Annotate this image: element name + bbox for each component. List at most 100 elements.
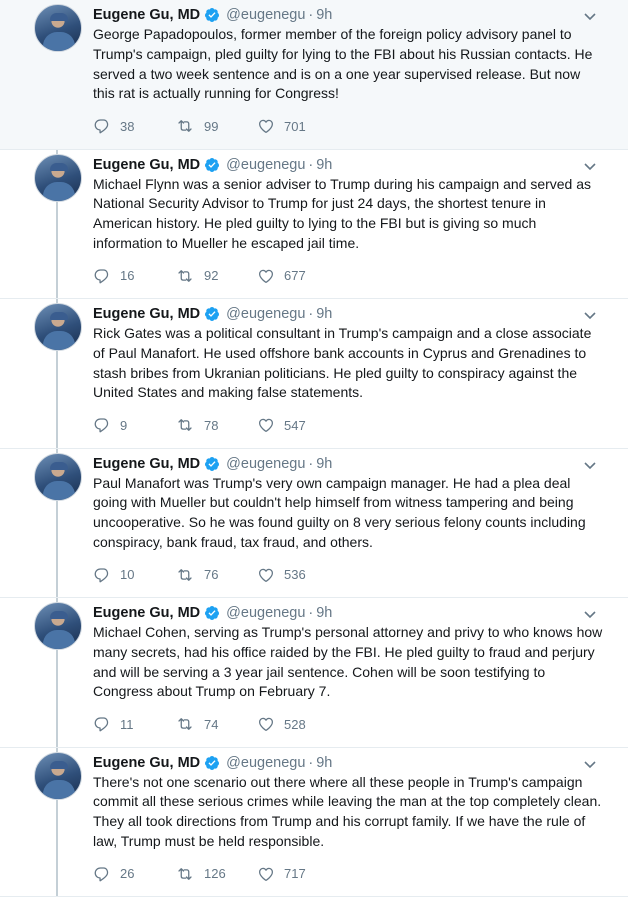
tweet[interactable]: Eugene Gu, MD @eugenegu · 9h Paul Manafo… bbox=[0, 449, 628, 598]
reply-button[interactable]: 9 bbox=[93, 416, 175, 434]
like-button[interactable]: 528 bbox=[257, 715, 339, 733]
reply-icon bbox=[94, 866, 109, 881]
like-count: 547 bbox=[284, 417, 306, 433]
tweet-actions: 9 78 547 bbox=[93, 415, 339, 435]
separator-dot: · bbox=[308, 605, 314, 621]
tweet-header: Eugene Gu, MD @eugenegu · 9h bbox=[93, 454, 603, 474]
chevron-down-icon[interactable] bbox=[582, 756, 598, 772]
separator-dot: · bbox=[308, 455, 314, 472]
like-count: 701 bbox=[284, 118, 306, 134]
retweet-button[interactable]: 74 bbox=[175, 715, 257, 733]
retweet-icon bbox=[178, 269, 192, 282]
tweet-text: There's not one scenario out there where… bbox=[93, 773, 602, 849]
tweet[interactable]: Eugene Gu, MD @eugenegu · 9h Rick Gates … bbox=[0, 299, 628, 449]
reply-icon bbox=[94, 567, 109, 582]
like-button[interactable]: 717 bbox=[257, 865, 339, 883]
chevron-down-icon[interactable] bbox=[582, 307, 598, 323]
tweet[interactable]: Eugene Gu, MD @eugenegu · 9h Michael Fly… bbox=[0, 150, 628, 299]
retweet-count: 99 bbox=[204, 118, 219, 134]
reply-count: 9 bbox=[120, 417, 128, 433]
chevron-down-icon[interactable] bbox=[582, 158, 598, 174]
author-name[interactable]: Eugene Gu, MD bbox=[93, 7, 200, 23]
chevron-down-icon[interactable] bbox=[582, 457, 598, 473]
tweet-actions: 10 76 536 bbox=[93, 565, 339, 585]
like-button[interactable]: 547 bbox=[257, 416, 339, 434]
author-handle[interactable]: @eugenegu bbox=[226, 157, 305, 173]
tweet-timestamp[interactable]: 9h bbox=[316, 456, 332, 472]
author-name[interactable]: Eugene Gu, MD bbox=[93, 157, 200, 173]
author-name[interactable]: Eugene Gu, MD bbox=[93, 755, 200, 771]
author-handle[interactable]: @eugenegu bbox=[226, 456, 305, 472]
reply-count: 26 bbox=[120, 866, 135, 881]
tweet-header: Eugene Gu, MD @eugenegu · 9h bbox=[93, 603, 603, 623]
author-name[interactable]: Eugene Gu, MD bbox=[93, 306, 200, 322]
tweet-timestamp[interactable]: 9h bbox=[316, 157, 332, 173]
author-name[interactable]: Eugene Gu, MD bbox=[93, 456, 200, 472]
reply-button[interactable]: 10 bbox=[93, 566, 175, 584]
author-handle[interactable]: @eugenegu bbox=[226, 605, 305, 621]
tweet-header: Eugene Gu, MD @eugenegu · 9h bbox=[93, 5, 603, 25]
retweet-button[interactable]: 76 bbox=[175, 566, 257, 584]
reply-count: 11 bbox=[120, 716, 134, 732]
author-handle[interactable]: @eugenegu bbox=[226, 306, 305, 322]
retweet-button[interactable]: 92 bbox=[175, 267, 257, 285]
like-count: 717 bbox=[284, 866, 306, 881]
heart-icon bbox=[258, 568, 274, 582]
chevron-down-icon[interactable] bbox=[582, 606, 598, 622]
separator-dot: · bbox=[308, 7, 314, 23]
verified-badge-icon bbox=[204, 755, 220, 771]
tweet-text: Michael Flynn was a senior adviser to Tr… bbox=[93, 175, 592, 251]
verified-badge-icon bbox=[204, 7, 220, 23]
reply-button[interactable]: 16 bbox=[93, 267, 175, 285]
verified-badge-icon bbox=[204, 605, 220, 621]
separator-dot: · bbox=[308, 754, 314, 771]
reply-button[interactable]: 26 bbox=[93, 865, 175, 883]
like-button[interactable]: 677 bbox=[257, 267, 339, 285]
retweet-button[interactable]: 78 bbox=[175, 416, 257, 434]
verified-badge-icon bbox=[204, 157, 220, 173]
avatar[interactable] bbox=[34, 303, 82, 351]
separator-dot: · bbox=[308, 156, 314, 173]
chevron-down-icon[interactable] bbox=[582, 8, 598, 24]
reply-icon bbox=[94, 717, 109, 732]
author-handle[interactable]: @eugenegu bbox=[226, 755, 305, 771]
tweet-header: Eugene Gu, MD @eugenegu · 9h bbox=[93, 304, 603, 324]
like-count: 536 bbox=[284, 567, 306, 582]
like-button[interactable]: 536 bbox=[257, 566, 339, 584]
retweet-icon bbox=[178, 419, 192, 431]
heart-icon bbox=[258, 867, 274, 881]
tweet-header: Eugene Gu, MD @eugenegu · 9h bbox=[93, 753, 603, 773]
avatar[interactable] bbox=[34, 153, 82, 202]
retweet-icon bbox=[178, 568, 192, 581]
reply-icon bbox=[94, 268, 109, 283]
tweet-actions: 26 126 717 bbox=[93, 864, 339, 884]
reply-button[interactable]: 38 bbox=[93, 117, 175, 135]
avatar[interactable] bbox=[34, 4, 82, 52]
retweet-button[interactable]: 126 bbox=[175, 865, 257, 883]
like-button[interactable]: 701 bbox=[257, 117, 339, 135]
tweet-thread: Eugene Gu, MD @eugenegu · 9h George Papa… bbox=[0, 0, 628, 897]
tweet-timestamp[interactable]: 9h bbox=[316, 755, 332, 771]
heart-icon bbox=[258, 418, 274, 433]
avatar[interactable] bbox=[34, 602, 82, 650]
avatar[interactable] bbox=[34, 452, 82, 501]
tweet[interactable]: Eugene Gu, MD @eugenegu · 9h George Papa… bbox=[0, 0, 628, 150]
author-handle[interactable]: @eugenegu bbox=[226, 7, 305, 23]
retweet-button[interactable]: 99 bbox=[175, 117, 257, 135]
reply-count: 38 bbox=[120, 118, 135, 134]
author-name[interactable]: Eugene Gu, MD bbox=[93, 605, 200, 621]
tweet-timestamp[interactable]: 9h bbox=[316, 306, 332, 322]
tweet[interactable]: Eugene Gu, MD @eugenegu · 9h There's not… bbox=[0, 748, 628, 897]
verified-badge-icon bbox=[204, 306, 220, 322]
tweet-actions: 38 99 701 bbox=[93, 116, 339, 136]
tweet-actions: 16 92 677 bbox=[93, 266, 339, 286]
tweet-timestamp[interactable]: 9h bbox=[316, 7, 332, 23]
avatar[interactable] bbox=[34, 751, 82, 800]
reply-button[interactable]: 11 bbox=[93, 715, 175, 733]
tweet-timestamp[interactable]: 9h bbox=[316, 605, 332, 621]
tweet[interactable]: Eugene Gu, MD @eugenegu · 9h Michael Coh… bbox=[0, 598, 628, 748]
retweet-count: 78 bbox=[204, 417, 219, 433]
retweet-icon bbox=[178, 718, 192, 730]
verified-badge-icon bbox=[204, 456, 220, 472]
reply-count: 16 bbox=[120, 268, 135, 283]
